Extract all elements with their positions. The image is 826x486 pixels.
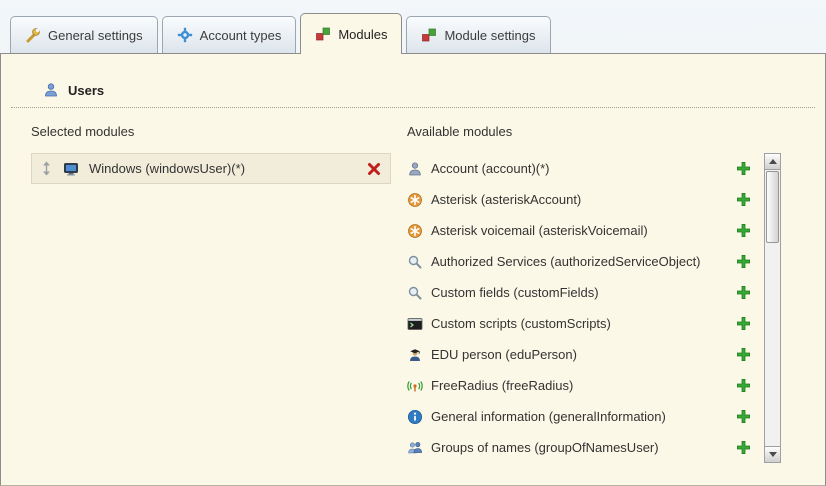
arrow-down-icon	[769, 452, 777, 457]
arrow-up-icon	[769, 159, 777, 164]
available-module-label: Custom scripts (customScripts)	[431, 316, 728, 331]
users-icon	[43, 82, 59, 98]
available-module-row: Asterisk (asteriskAccount)	[407, 184, 760, 215]
tab-general-settings[interactable]: General settings	[10, 16, 158, 53]
available-module-label: EDU person (eduPerson)	[431, 347, 728, 362]
available-modules-wrap: Account (account)(*) Asterisk (asteriskAc…	[407, 153, 781, 463]
available-module-row: Authorized Services (authorizedServiceOb…	[407, 246, 760, 277]
available-modules-list: Account (account)(*) Asterisk (asteriskAc…	[407, 153, 760, 463]
tools-icon	[25, 27, 41, 43]
add-module-button[interactable]	[736, 192, 751, 207]
available-module-row: Custom scripts (customScripts)	[407, 308, 760, 339]
section-title: Users	[68, 83, 104, 98]
add-module-button[interactable]	[736, 347, 751, 362]
available-module-label: General information (generalInformation)	[431, 409, 728, 424]
account-icon	[407, 161, 423, 177]
available-module-row: FreeRadius (freeRadius)	[407, 370, 760, 401]
tab-modules[interactable]: Modules	[300, 13, 402, 54]
available-module-row: Custom fields (customFields)	[407, 277, 760, 308]
available-module-label: Custom fields (customFields)	[431, 285, 728, 300]
magnifier-icon	[407, 254, 423, 270]
module-settings-icon	[421, 27, 437, 43]
selected-module-label: Windows (windowsUser)(*)	[89, 161, 356, 176]
users-section-header: Users	[11, 82, 815, 108]
selected-modules-column: Selected modules Windows (windowsUser)(*…	[31, 124, 391, 463]
tab-label: General settings	[48, 28, 143, 43]
drag-handle[interactable]	[40, 161, 53, 176]
available-modules-scrollbar[interactable]	[764, 153, 781, 463]
tab-label: Module settings	[444, 28, 535, 43]
windows-icon	[63, 161, 79, 177]
add-module-button[interactable]	[736, 223, 751, 238]
modules-icon	[315, 26, 331, 42]
selected-modules-list: Windows (windowsUser)(*)	[31, 153, 391, 184]
available-modules-column: Available modules Account (account)(*) As…	[407, 124, 781, 463]
content-panel: Users Selected modules Windows (windowsU…	[0, 53, 826, 486]
tab-bar: General settings Account types Modules Modu…	[0, 0, 826, 53]
add-module-button[interactable]	[736, 285, 751, 300]
magnifier-icon	[407, 285, 423, 301]
add-module-button[interactable]	[736, 161, 751, 176]
add-module-button[interactable]	[736, 378, 751, 393]
modules-columns: Selected modules Windows (windowsUser)(*…	[1, 108, 825, 463]
available-module-label: Account (account)(*)	[431, 161, 728, 176]
tab-module-settings[interactable]: Module settings	[406, 16, 550, 53]
tab-account-types[interactable]: Account types	[162, 16, 297, 53]
asterisk-icon	[407, 223, 423, 239]
scroll-up-button[interactable]	[765, 154, 780, 170]
gear-icon	[177, 27, 193, 43]
tab-label: Modules	[338, 27, 387, 42]
terminal-icon	[407, 316, 423, 332]
group-icon	[407, 440, 423, 456]
lam-configuration-page: General settings Account types Modules Modu…	[0, 0, 826, 486]
asterisk-icon	[407, 192, 423, 208]
available-modules-heading: Available modules	[407, 124, 781, 139]
add-module-button[interactable]	[736, 409, 751, 424]
available-module-row: Asterisk voicemail (asteriskVoicemail)	[407, 215, 760, 246]
add-module-button[interactable]	[736, 316, 751, 331]
freeradius-icon	[407, 378, 423, 394]
selected-modules-heading: Selected modules	[31, 124, 391, 139]
remove-module-button[interactable]	[366, 161, 382, 177]
available-module-label: Groups of names (groupOfNamesUser)	[431, 440, 728, 455]
available-module-label: FreeRadius (freeRadius)	[431, 378, 728, 393]
scrollbar-track[interactable]	[765, 170, 780, 446]
available-module-row: General information (generalInformation)	[407, 401, 760, 432]
available-module-label: Asterisk (asteriskAccount)	[431, 192, 728, 207]
add-module-button[interactable]	[736, 254, 751, 269]
selected-module-row: Windows (windowsUser)(*)	[31, 153, 391, 184]
available-module-row: Account (account)(*)	[407, 153, 760, 184]
available-module-row: Groups of names (groupOfNamesUser)	[407, 432, 760, 463]
add-module-button[interactable]	[736, 440, 751, 455]
info-icon	[407, 409, 423, 425]
scroll-down-button[interactable]	[765, 446, 780, 462]
scrollbar-thumb[interactable]	[766, 171, 779, 243]
tab-label: Account types	[200, 28, 282, 43]
edu-person-icon	[407, 347, 423, 363]
available-module-row: EDU person (eduPerson)	[407, 339, 760, 370]
available-module-label: Authorized Services (authorizedServiceOb…	[431, 254, 728, 269]
available-module-label: Asterisk voicemail (asteriskVoicemail)	[431, 223, 728, 238]
